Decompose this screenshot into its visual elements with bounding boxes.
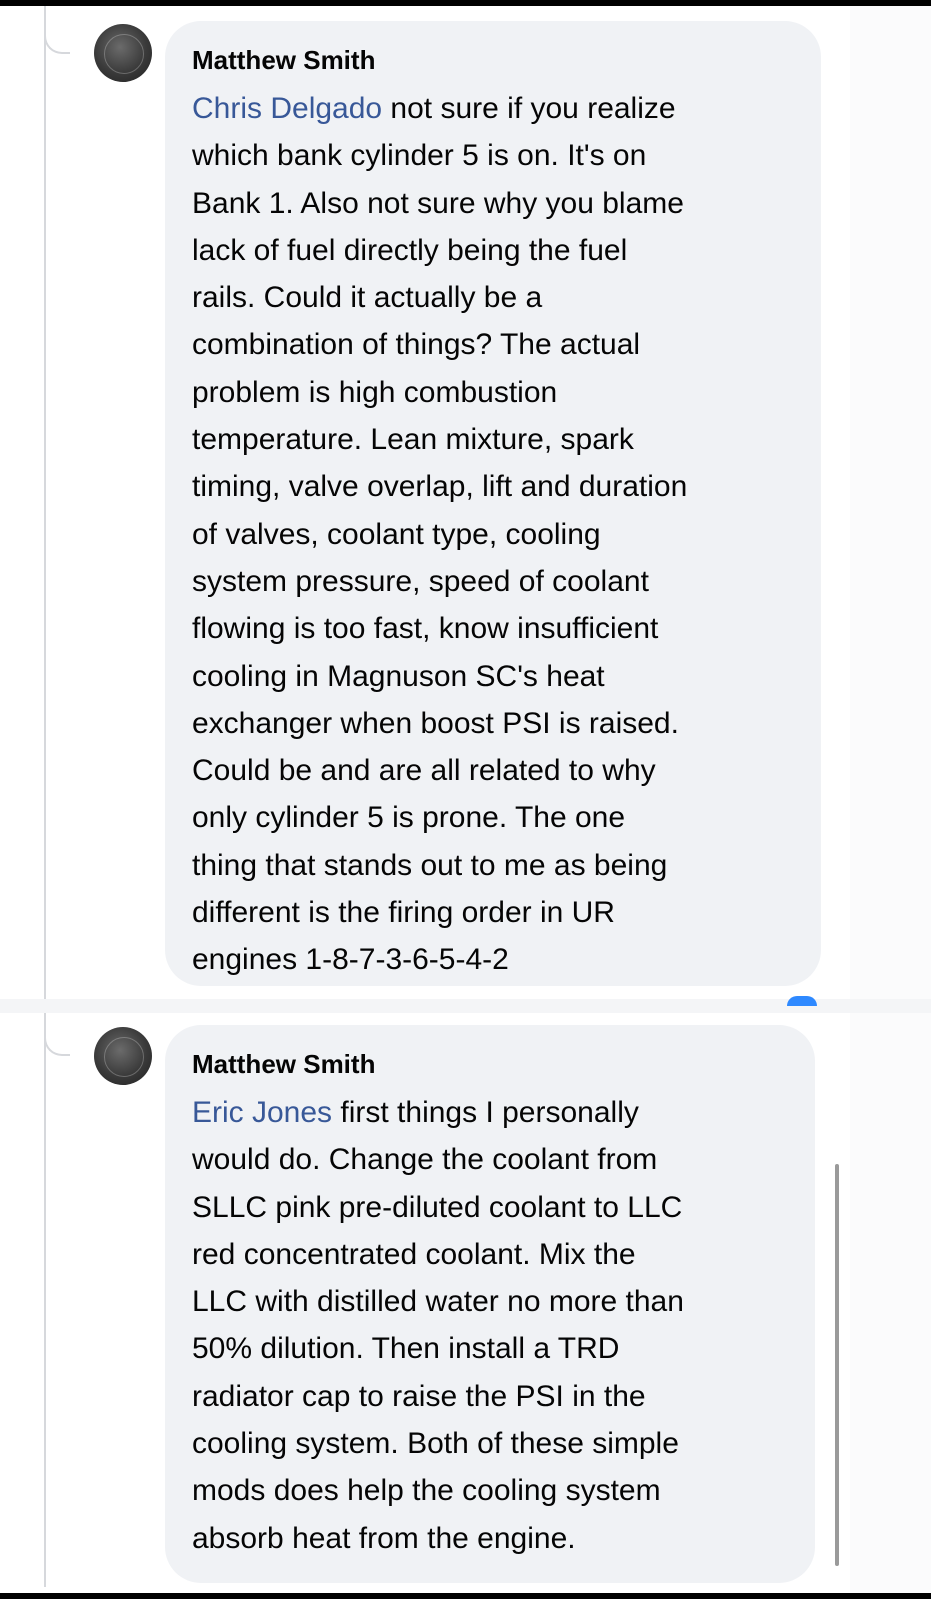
comment-thread: Matthew Smith Chris Delgado not sure if … (0, 0, 931, 1599)
comment-body: not sure if you realize which bank cylin… (192, 92, 688, 977)
mention-link[interactable]: Chris Delgado (192, 92, 382, 125)
comment-author[interactable]: Matthew Smith (192, 43, 793, 77)
avatar[interactable] (94, 1027, 152, 1085)
thread-line (44, 6, 46, 999)
new-comment-indicator (787, 996, 817, 1006)
comment-text: Eric Jones first things I personally wou… (192, 1089, 787, 1562)
thread-connector (44, 1030, 70, 1056)
avatar[interactable] (94, 24, 152, 82)
comment-bubble: Matthew Smith Eric Jones first things I … (165, 1025, 815, 1583)
comment-bubble: Matthew Smith Chris Delgado not sure if … (165, 21, 821, 986)
comment-text: Chris Delgado not sure if you realize wh… (192, 85, 793, 984)
comment-body: first things I personally would do. Chan… (192, 1096, 684, 1555)
comment-author[interactable]: Matthew Smith (192, 1047, 787, 1081)
thread-connector (44, 28, 70, 54)
scrollbar[interactable] (835, 1164, 839, 1566)
thread-line (44, 1013, 46, 1587)
right-margin (850, 6, 931, 1593)
mention-link[interactable]: Eric Jones (192, 1096, 332, 1129)
